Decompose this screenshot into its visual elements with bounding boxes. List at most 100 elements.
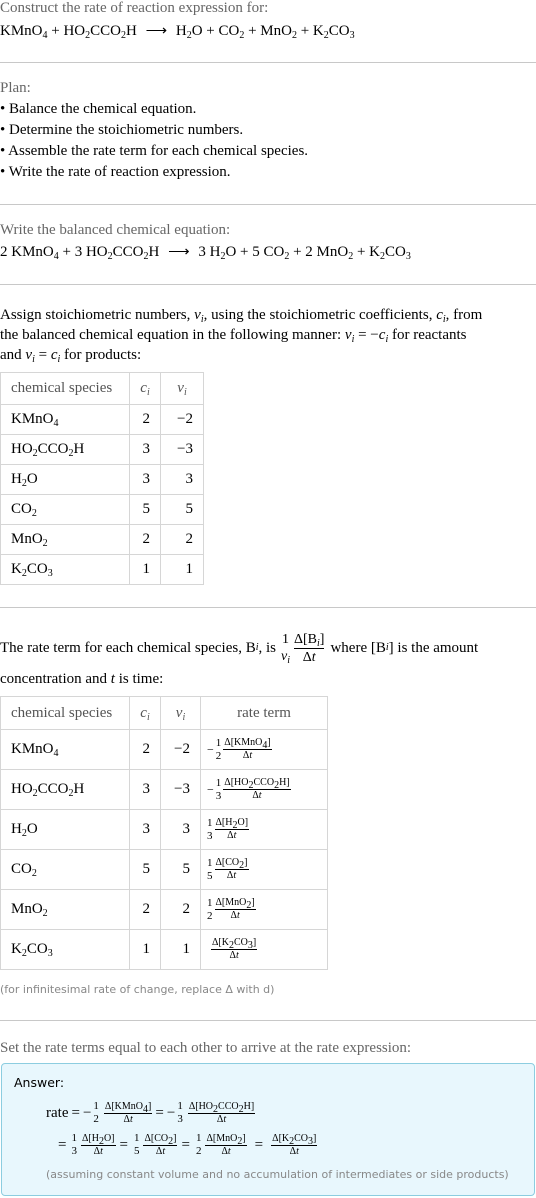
- species: KMnO4: [0, 729, 130, 770]
- divider: [0, 607, 536, 608]
- header-v: νi: [160, 696, 201, 730]
- rate-term: 1 3 Δ[H2O] Δt: [200, 809, 328, 850]
- fraction: Δ[Bi] Δt: [294, 631, 325, 665]
- c-value: 2: [129, 889, 161, 930]
- rateterm-text: The rate term for each chemical species,…: [0, 631, 479, 666]
- header-species: chemical species: [0, 372, 130, 405]
- table-row: HO2CCO2H 3 −3 −1 3 Δ[HO2CCO2H] Δt: [0, 769, 328, 810]
- fraction: 1 νi: [281, 632, 290, 666]
- table-header-row: chemical species ci νi rate term: [0, 696, 328, 730]
- c-value: 1: [129, 554, 161, 585]
- plan-item: • Determine the stoichiometric numbers.: [0, 122, 244, 138]
- v-value: 5: [160, 849, 201, 890]
- text: The rate term for each chemical species,…: [0, 640, 256, 656]
- divider: [0, 1020, 536, 1021]
- v-value: −3: [160, 769, 201, 810]
- final-heading: Set the rate terms equal to each other t…: [0, 1040, 412, 1056]
- rate-label: rate: [46, 1104, 69, 1121]
- answer-label: Answer:: [14, 1075, 65, 1090]
- table-row: CO2 5 5: [0, 494, 204, 525]
- intro-heading: Construct the rate of reaction expressio…: [0, 0, 269, 16]
- text: is time:: [118, 671, 164, 687]
- plan-item: • Assemble the rate term for each chemic…: [0, 143, 309, 159]
- v-value: −2: [160, 729, 201, 770]
- v-value: 3: [160, 809, 201, 850]
- table-row: K2CO3 1 1 Δ[K2CO3] Δt: [0, 929, 328, 970]
- balanced-equation: 2 KMnO4 + 3 HO2CCO2H ⟶ 3 H2O + 5 CO2 + 2…: [0, 244, 411, 262]
- rate-term: Δ[K2CO3] Δt: [200, 929, 328, 970]
- divider: [0, 284, 536, 285]
- species: CO2: [0, 494, 130, 525]
- c-value: 5: [129, 849, 161, 890]
- species: HO2CCO2H: [0, 769, 130, 810]
- v-value: −3: [160, 434, 204, 465]
- species: KMnO4: [0, 404, 130, 435]
- plan-item: • Balance the chemical equation.: [0, 101, 197, 117]
- table-row: KMnO4 2 −2: [0, 404, 204, 435]
- table-header-row: chemical species ci νi: [0, 372, 204, 405]
- v-value: 5: [160, 494, 204, 525]
- c-value: 2: [129, 524, 161, 555]
- table-row: H2O 3 3 1 3 Δ[H2O] Δt: [0, 809, 328, 850]
- species: MnO2: [0, 889, 130, 930]
- c-value: 3: [129, 434, 161, 465]
- v-value: 1: [160, 929, 201, 970]
- species: K2CO3: [0, 554, 130, 585]
- divider: [0, 204, 536, 205]
- text: where [B: [330, 640, 386, 656]
- v-value: 3: [160, 464, 204, 495]
- v-value: 2: [160, 524, 204, 555]
- rate-term: 1 2 Δ[MnO2] Δt: [200, 889, 328, 930]
- assumption-note: (assuming constant volume and no accumul…: [46, 1168, 509, 1181]
- rateterm-text: concentration and t is time:: [0, 671, 164, 687]
- species: H2O: [0, 809, 130, 850]
- table-row: H2O 3 3: [0, 464, 204, 495]
- header-rate-term: rate term: [200, 696, 328, 730]
- species: K2CO3: [0, 929, 130, 970]
- rate-expression-line2: = 1 3 Δ[H2O] Δt = 1 5 Δ[CO2] Δt = 1 2 Δ[MnO2] Δt …: [58, 1132, 318, 1157]
- v-value: −2: [160, 404, 204, 435]
- rate-term: 1 5 Δ[CO2] Δt: [200, 849, 328, 890]
- infinitesimal-note: (for infinitesimal rate of change, repla…: [0, 983, 275, 996]
- rate-term: −1 3 Δ[HO2CCO2H] Δt: [200, 769, 328, 810]
- text: ] is the amount: [388, 640, 479, 656]
- plan-item: • Write the rate of reaction expression.: [0, 164, 231, 180]
- c-value: 2: [129, 404, 161, 435]
- c-value: 3: [129, 809, 161, 850]
- stoich-text: the balanced chemical equation in the fo…: [0, 327, 467, 345]
- header-c: ci: [129, 372, 161, 405]
- stoich-text: and νi = ci for products:: [0, 347, 142, 365]
- species: MnO2: [0, 524, 130, 555]
- species: CO2: [0, 849, 130, 890]
- answer-box: Answer: rate = −1 2 Δ[KMnO4] Δt = −1 3 Δ[HO2C…: [1, 1063, 535, 1196]
- table-row: MnO2 2 2 1 2 Δ[MnO2] Δt: [0, 889, 328, 930]
- rate-term: −1 2 Δ[KMnO4] Δt: [200, 729, 328, 770]
- plan-heading: Plan:: [0, 80, 31, 96]
- text: , is: [258, 640, 276, 656]
- species: H2O: [0, 464, 130, 495]
- header-species: chemical species: [0, 696, 130, 730]
- table-row: KMnO4 2 −2 −1 2 Δ[KMnO4] Δt: [0, 729, 328, 770]
- divider: [0, 62, 536, 63]
- table-row: MnO2 2 2: [0, 524, 204, 555]
- rate-expression-line1: rate = −1 2 Δ[KMnO4] Δt = −1 3 Δ[HO2CCO2H] Δt: [46, 1100, 256, 1125]
- stoich-table: chemical species ci νi KMnO4 2 −2 HO2CCO2H…: [0, 372, 204, 585]
- stoich-text: Assign stoichiometric numbers, νi, using…: [0, 307, 483, 325]
- c-value: 5: [129, 494, 161, 525]
- header-v: νi: [160, 372, 204, 405]
- table-row: CO2 5 5 1 5 Δ[CO2] Δt: [0, 849, 328, 890]
- text: concentration and: [0, 671, 108, 687]
- balanced-heading: Write the balanced chemical equation:: [0, 222, 231, 238]
- v-value: 2: [160, 889, 201, 930]
- table-row: K2CO3 1 1: [0, 554, 204, 585]
- c-value: 3: [129, 769, 161, 810]
- table-row: HO2CCO2H 3 −3: [0, 434, 204, 465]
- header-c: ci: [129, 696, 161, 730]
- species: HO2CCO2H: [0, 434, 130, 465]
- v-value: 1: [160, 554, 204, 585]
- unbalanced-equation: KMnO4 + HO2CCO2H ⟶ H2O + CO2 + MnO2 + K2…: [0, 23, 355, 41]
- c-value: 2: [129, 729, 161, 770]
- c-value: 1: [129, 929, 161, 970]
- c-value: 3: [129, 464, 161, 495]
- rate-term-table: chemical species ci νi rate term KMnO4 2−…: [0, 696, 328, 970]
